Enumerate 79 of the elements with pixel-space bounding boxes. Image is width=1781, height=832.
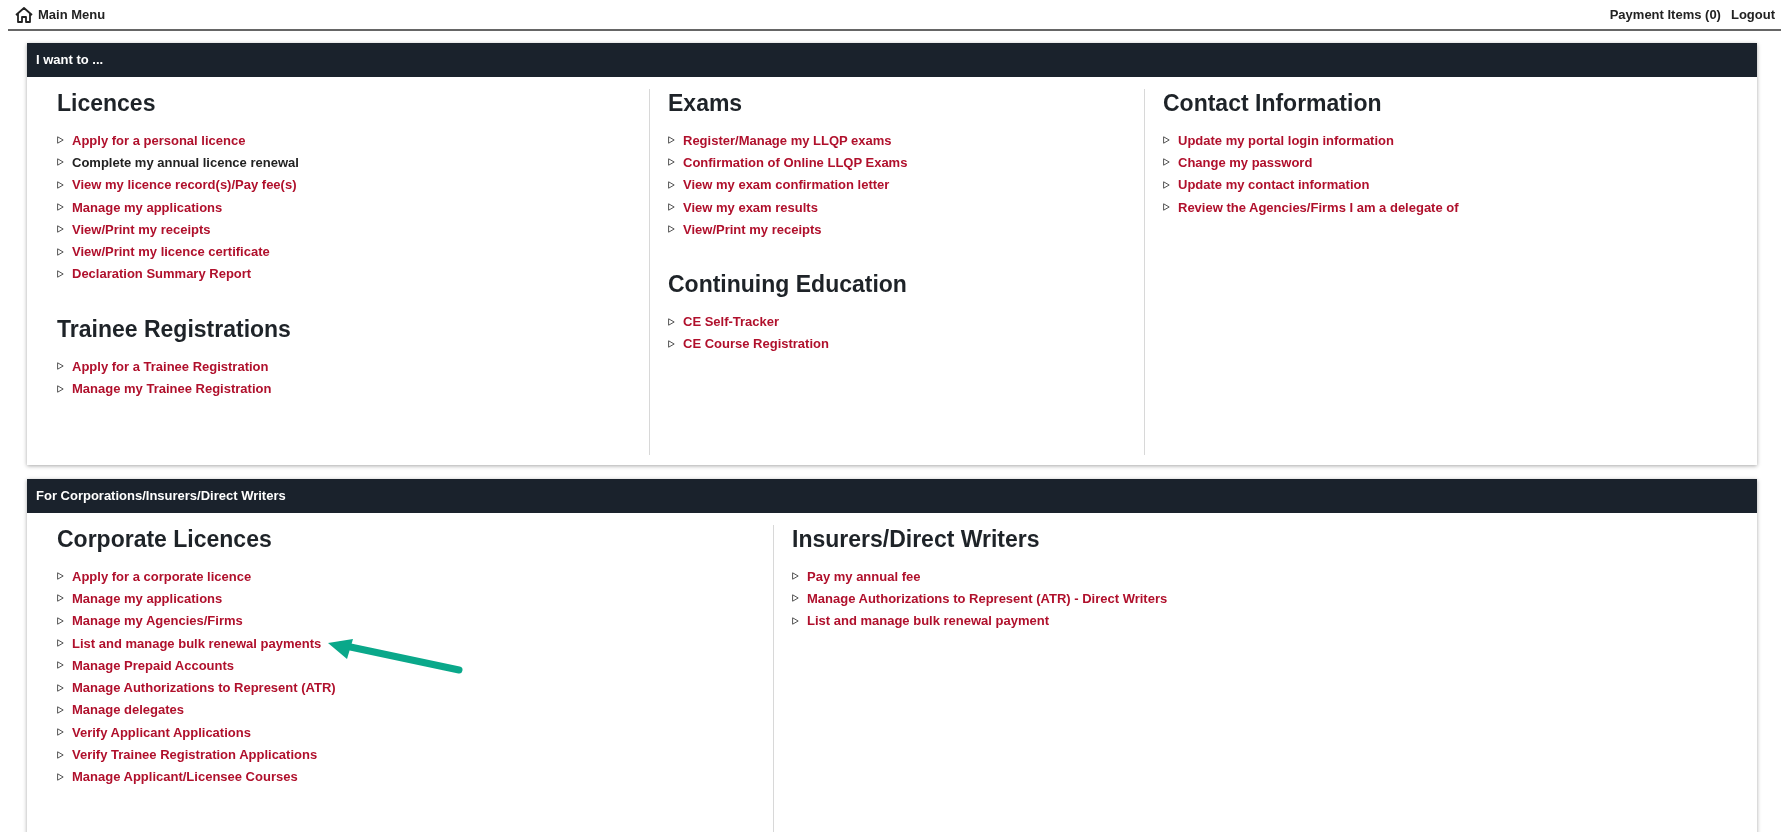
triangle-bullet-icon (57, 683, 64, 692)
triangle-bullet-icon (57, 750, 64, 759)
triangle-bullet-icon (668, 136, 675, 145)
triangle-bullet-icon (792, 572, 799, 581)
triangle-bullet-icon (1163, 180, 1170, 189)
triangle-bullet-icon (57, 705, 64, 714)
triangle-bullet-icon (57, 136, 64, 145)
section-heading: Licences (57, 89, 157, 117)
menu-link[interactable]: Manage Authorizations to Represent (ATR) (72, 680, 336, 696)
triangle-bullet-icon (668, 203, 675, 212)
triangle-bullet-icon (57, 203, 64, 212)
menu-link[interactable]: View/Print my receipts (683, 221, 822, 237)
triangle-bullet-icon (57, 772, 64, 781)
header-link[interactable]: Logout (1730, 7, 1775, 22)
menu-link[interactable]: View my exam confirmation letter (683, 177, 890, 193)
triangle-bullet-icon (668, 158, 675, 167)
section-heading: Trainee Registrations (57, 315, 292, 344)
menu-link[interactable]: View my licence record(s)/Pay fee(s) (72, 177, 297, 193)
menu-text: Complete my annual licence renewal (72, 154, 299, 170)
home-icon[interactable] (14, 5, 34, 24)
triangle-bullet-icon (668, 180, 675, 189)
menu-link[interactable]: CE Self-Tracker (683, 314, 780, 330)
section-heading: Corporate Licences (57, 525, 273, 553)
section-heading: Exams (668, 89, 744, 117)
menu-link[interactable]: Manage my Trainee Registration (72, 381, 272, 396)
menu-link[interactable]: Manage Authorizations to Represent (ATR) - Direct Writers (807, 590, 1168, 606)
menu-link[interactable]: Confirmation of Online LLQP Exams (683, 154, 908, 170)
menu-link[interactable]: CE Course Registration (683, 336, 829, 352)
section-heading: Insurers/Direct Writers (792, 525, 1041, 553)
menu-link[interactable]: Update my contact information (1178, 177, 1370, 193)
page-title: Main Menu (38, 7, 106, 22)
menu-link[interactable]: List and manage bulk renewal payments (72, 635, 322, 651)
menu-link[interactable]: Manage Applicant/Licensee Courses (72, 769, 298, 785)
section-heading: Continuing Education (668, 270, 908, 299)
triangle-bullet-icon (57, 180, 64, 189)
menu-link[interactable]: View/Print my receipts (72, 221, 211, 237)
triangle-bullet-icon (1163, 203, 1170, 212)
triangle-bullet-icon (57, 616, 64, 625)
menu-link[interactable]: Update my portal login information (1178, 132, 1394, 148)
menu-link[interactable]: Declaration Summary Report (72, 266, 252, 282)
triangle-bullet-icon (57, 225, 64, 234)
menu-link[interactable]: View my exam results (683, 199, 818, 215)
menu-link[interactable]: Manage my applications (72, 590, 223, 606)
triangle-bullet-icon (792, 616, 799, 625)
section-heading: Contact Information (1163, 89, 1383, 117)
menu-link[interactable]: Manage delegates (72, 702, 184, 718)
menu-link[interactable]: Verify Trainee Registration Applications (72, 747, 318, 762)
triangle-bullet-icon (57, 594, 64, 603)
triangle-bullet-icon (668, 339, 675, 348)
menu-link[interactable]: Apply for a personal licence (72, 132, 246, 148)
menu-link[interactable]: Change my password (1178, 154, 1313, 170)
panel-header: I want to ... (27, 43, 1757, 77)
triangle-bullet-icon (668, 317, 675, 326)
menu-link[interactable]: Manage my Agencies/Firms (72, 613, 243, 629)
triangle-bullet-icon (57, 572, 64, 581)
panel-header: For Corporations/Insurers/Direct Writers (27, 479, 1757, 513)
menu-link[interactable]: List and manage bulk renewal payment (807, 613, 1049, 629)
menu-link[interactable]: Register/Manage my LLQP exams (683, 132, 892, 148)
triangle-bullet-icon (57, 639, 64, 648)
menu-link[interactable]: Manage my applications (72, 199, 223, 215)
menu-link[interactable]: Apply for a Trainee Registration (72, 358, 269, 374)
menu-link[interactable]: View/Print my licence certificate (72, 244, 270, 260)
triangle-bullet-icon (57, 269, 64, 278)
menu-link[interactable]: Review the Agencies/Firms I am a delegate of (1178, 199, 1459, 215)
menu-link[interactable]: Manage Prepaid Accounts (72, 657, 235, 673)
triangle-bullet-icon (668, 225, 675, 234)
triangle-bullet-icon (792, 594, 799, 603)
menu-link[interactable]: Verify Applicant Applications (72, 724, 251, 740)
menu-link[interactable]: Pay my annual fee (807, 568, 921, 584)
triangle-bullet-icon (57, 158, 64, 167)
triangle-bullet-icon (57, 384, 64, 393)
header-link[interactable]: Payment Items (0) (1609, 7, 1721, 22)
triangle-bullet-icon (57, 247, 64, 256)
triangle-bullet-icon (1163, 158, 1170, 167)
triangle-bullet-icon (57, 728, 64, 737)
triangle-bullet-icon (57, 661, 64, 670)
triangle-bullet-icon (1163, 136, 1170, 145)
menu-link[interactable]: Apply for a corporate licence (72, 568, 252, 584)
triangle-bullet-icon (57, 362, 64, 371)
